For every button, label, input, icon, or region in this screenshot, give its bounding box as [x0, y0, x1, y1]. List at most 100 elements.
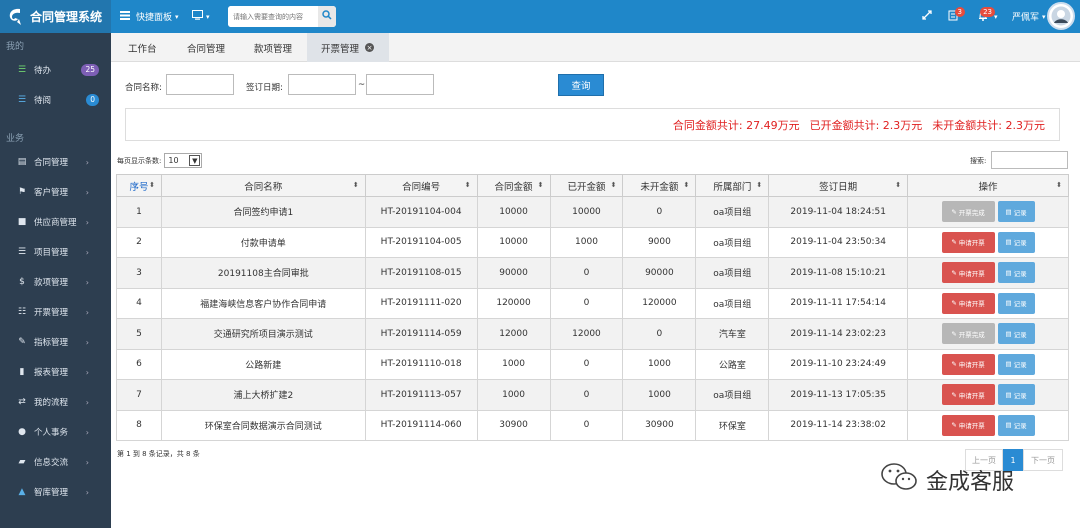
top-bar: 合同管理系统 快捷面板 ▾ ▾ 3 23: [0, 0, 1080, 33]
apply-invoice-button[interactable]: ✎ 申请开票: [941, 414, 995, 436]
edit-icon: ✎: [951, 390, 957, 399]
record-label: 记录: [1013, 422, 1027, 431]
col-header-actions[interactable]: 操作 ⬍: [907, 174, 1069, 197]
sign-date-start-input[interactable]: [288, 74, 356, 95]
col-header-code[interactable]: 合同编号 ⬍: [364, 174, 478, 197]
tab-workbench[interactable]: 工作台: [128, 33, 157, 62]
user-menu[interactable]: 严佩军 ▾: [1012, 0, 1046, 33]
sidebar-item-workflow[interactable]: ⇄ 我的流程 ›: [0, 387, 111, 417]
table-search-input[interactable]: [991, 151, 1068, 169]
exchange-icon: ⇄: [18, 397, 26, 407]
global-search-button[interactable]: [318, 6, 336, 27]
table-body: 1 合同签约申请1 HT-20191104-004 10000 10000 0 oa项目组 2…: [116, 196, 1069, 441]
query-button[interactable]: 查询: [558, 74, 604, 96]
sidebar-item-supplier[interactable]: ■ 供应商管理 ›: [0, 207, 111, 237]
col-header-date[interactable]: 签订日期 ⬍: [768, 174, 909, 197]
global-search-input[interactable]: [228, 6, 318, 27]
sidebar-item-report[interactable]: ▮ 报表管理 ›: [0, 357, 111, 387]
tasks-icon: 3: [948, 6, 965, 24]
record-button[interactable]: ▤ 记录: [997, 323, 1035, 345]
per-page-select[interactable]: 10 ▼: [164, 153, 203, 168]
tab-payment[interactable]: 款项管理: [254, 33, 292, 62]
cell-invoiced: 12000: [549, 318, 624, 350]
sidebar-item-invoice[interactable]: ☷ 开票管理 ›: [0, 297, 111, 327]
record-button[interactable]: ▤ 记录: [997, 292, 1035, 314]
col-header-amount[interactable]: 合同金额 ⬍: [476, 174, 551, 197]
header-label: 合同金额: [494, 181, 533, 193]
apply-invoice-button[interactable]: ✎ 申请开票: [941, 262, 995, 284]
sign-date-end-input[interactable]: [366, 74, 434, 95]
sidebar-item-todo[interactable]: ☰ 待办 25: [0, 55, 111, 85]
record-button[interactable]: ▤ 记录: [997, 231, 1035, 253]
record-button[interactable]: ▤ 记录: [997, 262, 1035, 284]
apply-invoice-button[interactable]: ✎ 申请开票: [941, 231, 995, 253]
tab-label: 工作台: [128, 43, 157, 55]
avatar[interactable]: [1047, 2, 1075, 30]
sidebar-item-label: 指标管理: [34, 338, 69, 348]
sidebar-item-project[interactable]: ☰ 项目管理 ›: [0, 237, 111, 267]
apply-invoice-button[interactable]: ✎ 申请开票: [941, 353, 995, 375]
file-icon: ▤: [1005, 268, 1012, 277]
tab-invoice[interactable]: 开票管理 ×: [307, 33, 389, 62]
cell-uninvoiced: 30900: [622, 409, 697, 441]
col-header-invoiced[interactable]: 已开金额 ⬍: [549, 174, 624, 197]
header-label: 已开金额: [567, 181, 606, 193]
per-page-control: 每页显示条数: 10 ▼: [117, 153, 203, 168]
expand-button[interactable]: [922, 0, 932, 33]
pager-next-button[interactable]: 下一页: [1023, 449, 1063, 471]
sort-icon: ⬍: [895, 181, 902, 189]
edit-icon: ✎: [951, 268, 957, 277]
header-label: 操作: [978, 181, 998, 193]
cell-amount: 1000: [476, 379, 551, 411]
record-button[interactable]: ▤ 记录: [997, 201, 1035, 223]
sidebar-item-thinktank[interactable]: ▲ 智库管理 ›: [0, 477, 111, 507]
watermark-text: 金成客服: [926, 470, 1015, 495]
record-button[interactable]: ▤ 记录: [997, 353, 1035, 375]
record-button[interactable]: ▤ 记录: [997, 384, 1035, 406]
quick-panel-menu[interactable]: 快捷面板 ▾: [120, 0, 179, 33]
sidebar-item-read[interactable]: ☰ 待阅 0: [0, 85, 111, 115]
col-header-no[interactable]: 序号 ⬍: [116, 174, 162, 197]
sort-icon: ⬍: [1056, 181, 1062, 189]
tags-icon: ⚑: [17, 187, 27, 197]
header-label: 合同编号: [402, 181, 441, 193]
col-header-name[interactable]: 合同名称 ⬍: [160, 174, 366, 197]
watermark: 金成客服: [880, 462, 1014, 498]
action-label: 开票完成: [958, 330, 985, 339]
edit-icon: ✎: [951, 238, 957, 247]
record-button[interactable]: ▤ 记录: [997, 414, 1035, 436]
cell-code: HT-20191114-060: [364, 409, 478, 441]
screen-menu[interactable]: ▾: [192, 0, 210, 33]
invoice-done-button[interactable]: ✎ 开票完成: [941, 323, 995, 345]
sidebar-item-customer[interactable]: ⚑ 客户管理 ›: [0, 177, 111, 207]
tasks-button[interactable]: 3: [948, 0, 965, 33]
table-row: 8 环保室合同数据演示合同测试 HT-20191114-060 30900 0 30900…: [116, 409, 1069, 441]
sidebar-item-payment[interactable]: $ 款项管理 ›: [0, 267, 111, 297]
col-header-dept[interactable]: 所属部门 ⬍: [695, 174, 770, 197]
cell-code: HT-20191104-004: [364, 196, 478, 228]
chevron-right-icon: ›: [85, 427, 89, 437]
sidebar-item-contract[interactable]: ▤ 合同管理 ›: [0, 147, 111, 177]
apply-invoice-button[interactable]: ✎ 申请开票: [941, 292, 995, 314]
contract-name-input[interactable]: [166, 74, 234, 95]
table-search-label: 搜索:: [970, 157, 987, 165]
lock-icon: ■: [17, 217, 27, 227]
sidebar-item-message[interactable]: ▰ 信息交流 ›: [0, 447, 111, 477]
close-icon[interactable]: ×: [365, 43, 375, 52]
cell-amount: 1000: [476, 348, 551, 380]
notifications-button[interactable]: 23 ▾: [978, 0, 998, 33]
chevron-right-icon: ›: [85, 247, 89, 257]
cell-amount: 10000: [476, 196, 551, 228]
cell-date: 2019-11-11 17:54:14: [768, 287, 909, 319]
col-header-uninvoiced[interactable]: 未开金额 ⬍: [622, 174, 697, 197]
apply-invoice-button[interactable]: ✎ 申请开票: [941, 384, 995, 406]
sort-icon: ⬍: [352, 181, 359, 189]
cell-actions: ✎ 申请开票 ▤ 记录: [907, 226, 1069, 258]
record-label: 记录: [1013, 269, 1027, 278]
tab-contract[interactable]: 合同管理: [187, 33, 225, 62]
app-logo[interactable]: 合同管理系统: [0, 0, 111, 33]
invoice-done-button[interactable]: ✎ 开票完成: [941, 201, 995, 223]
sidebar-item-personal[interactable]: ● 个人事务 ›: [0, 417, 111, 447]
sidebar-item-indicator[interactable]: ✎ 指标管理 ›: [0, 327, 111, 357]
cell-dept: oa项目组: [695, 226, 770, 258]
